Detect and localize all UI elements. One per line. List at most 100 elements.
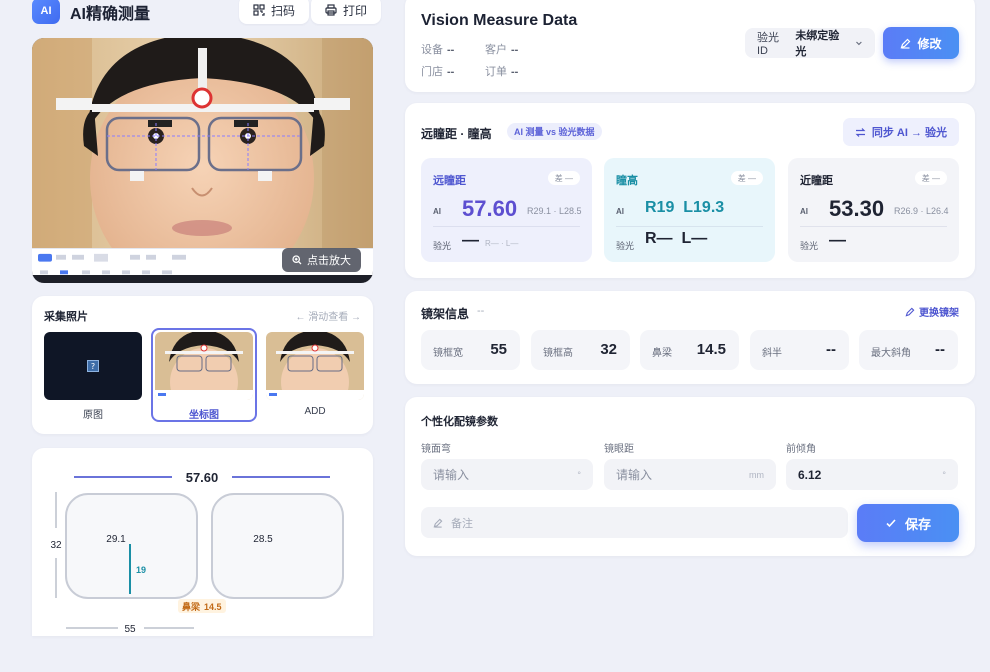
near-pd-diff: 差 — bbox=[914, 171, 947, 185]
optometry-id-select[interactable]: 验光ID 未绑定验光 bbox=[745, 28, 875, 58]
far-pd-ai-sub: R29.1 · L28.5 bbox=[527, 206, 582, 216]
frame-height-chip: 镜框高 32 bbox=[531, 330, 630, 370]
seg-height-label: 19 bbox=[136, 565, 146, 575]
replace-frame-button[interactable]: 更换镜架 bbox=[905, 304, 959, 319]
chevron-down-icon bbox=[856, 41, 862, 46]
optometry-id-label: 验光ID bbox=[757, 32, 779, 57]
far-pd-name: 远瞳距 bbox=[433, 175, 466, 187]
diagonal-half-chip: 斜半 -- bbox=[750, 330, 849, 370]
measurement-photo[interactable]: 点击放大 bbox=[32, 38, 373, 283]
near-pd-divider bbox=[800, 226, 947, 227]
zoom-button[interactable]: 点击放大 bbox=[282, 248, 361, 272]
frame-diagram: 57.60 32 29.1 28.5 19 鼻梁 14.5 55 bbox=[50, 470, 344, 635]
zoom-label: 点击放大 bbox=[307, 255, 351, 267]
app-title: AI精确测量 bbox=[70, 6, 151, 23]
pd-card: 远瞳距 · 瞳高 AI 测量 vs 验光数据 同步 AI → 验光 远瞳距 差 … bbox=[405, 103, 975, 278]
thumbnail-add-label: ADD bbox=[304, 406, 326, 417]
pupil-height-exp-value: R— L— bbox=[645, 230, 708, 247]
personal-params-card: 个性化配镜参数 镜面弯 请输入 ° 镜眼距 请输入 mm 前倾角 6.12 ° 备注 … bbox=[405, 397, 975, 556]
thumbnail-add[interactable] bbox=[266, 332, 364, 400]
sync-label: 同步 AI → 验光 bbox=[871, 127, 947, 139]
sync-ai-button[interactable]: 同步 AI → 验光 bbox=[842, 118, 959, 146]
edit-label: 修改 bbox=[917, 36, 942, 51]
note-placeholder: 备注 bbox=[451, 517, 473, 530]
thumbnail-original[interactable]: ? bbox=[44, 332, 142, 400]
edit-button[interactable]: 修改 bbox=[883, 27, 959, 59]
far-pd-divider bbox=[433, 226, 580, 227]
bridge-label: 鼻梁 bbox=[182, 601, 201, 612]
pupil-height-diff: 差 — bbox=[730, 171, 763, 185]
far-pd-box: 远瞳距 差 — AI 57.60 R29.1 · L28.5 验光 — R— ·… bbox=[421, 158, 592, 262]
scan-button[interactable]: 扫码 bbox=[239, 0, 310, 24]
frame-title: 镜架信息 bbox=[421, 307, 470, 321]
scan-icon bbox=[253, 4, 265, 16]
pupil-height-divider bbox=[616, 226, 763, 227]
far-pd-exp-label: 验光 bbox=[433, 241, 452, 251]
replace-frame-label: 更换镜架 bbox=[919, 308, 959, 319]
pd-title: 远瞳距 · 瞳高 bbox=[421, 127, 492, 141]
far-pd-exp-value: — bbox=[462, 230, 479, 249]
max-diagonal-chip: 最大斜角 -- bbox=[859, 330, 958, 370]
total-pd-label: 57.60 bbox=[186, 470, 219, 485]
frame-info-card: 镜架信息 -- 更换镜架 镜框宽 55 镜框高 32 鼻梁 14.5 斜半 -- 最大斜… bbox=[405, 291, 975, 384]
near-pd-exp-label: 验光 bbox=[800, 241, 819, 251]
wrap-angle-input[interactable]: 请输入 ° bbox=[421, 459, 593, 490]
photo-bottom-strip bbox=[32, 275, 373, 283]
near-pd-ai-sub: R26.9 · L26.4 bbox=[894, 206, 949, 216]
child-face-photo bbox=[32, 38, 373, 248]
left-pd-label: 29.1 bbox=[106, 534, 126, 545]
params-title: 个性化配镜参数 bbox=[421, 416, 498, 428]
vertex-distance-input[interactable]: 请输入 mm bbox=[604, 459, 776, 490]
pupil-height-ai-value: R19 L19.3 bbox=[645, 199, 725, 216]
svg-text:?: ? bbox=[91, 362, 95, 371]
far-pd-diff: 差 — bbox=[547, 171, 580, 185]
print-button[interactable]: 打印 bbox=[311, 0, 382, 24]
collect-title: 采集照片 bbox=[44, 311, 88, 323]
customer-meta: 客户 -- bbox=[485, 44, 519, 56]
vision-measure-card: Vision Measure Data 设备 -- 客户 -- 门店 -- 订单 -- … bbox=[405, 0, 975, 92]
thumbnail-original-label: 原图 bbox=[83, 410, 103, 421]
pupil-height-box: 瞳高 差 — AI R19 L19.3 验光 R— L— bbox=[604, 158, 775, 262]
left-lens bbox=[65, 493, 198, 599]
near-pd-exp-value: — bbox=[829, 230, 846, 249]
optometry-id-value: 未绑定验光 bbox=[795, 30, 840, 58]
frame-width-label: 55 bbox=[124, 624, 136, 635]
printer-icon bbox=[325, 4, 337, 16]
swipe-hint: ← 滑动查看 → bbox=[295, 312, 361, 323]
right-lens bbox=[211, 493, 344, 599]
save-button[interactable]: 保存 bbox=[857, 504, 959, 542]
far-pd-exp-sub: R— · L— bbox=[485, 239, 519, 248]
near-pd-ai-label: AI bbox=[800, 207, 808, 216]
app-logo: AI bbox=[32, 0, 60, 24]
pupil-height-ai-label: AI bbox=[616, 207, 624, 216]
thumbnail-coordinate-image bbox=[155, 332, 253, 400]
frame-height-label: 32 bbox=[50, 540, 62, 551]
thumbnail-coordinate-label: 坐标图 bbox=[189, 410, 219, 421]
frame-subtitle: -- bbox=[477, 305, 485, 317]
far-pd-ai-value: 57.60 bbox=[462, 196, 518, 221]
pantoscopic-tilt-input[interactable]: 6.12 ° bbox=[786, 459, 958, 490]
near-pd-ai-value: 53.30 bbox=[829, 196, 885, 221]
pupil-height-name: 瞳高 bbox=[616, 175, 638, 187]
bridge-chip: 鼻梁 14.5 bbox=[640, 330, 739, 370]
print-label: 打印 bbox=[343, 3, 368, 18]
sync-icon bbox=[855, 127, 866, 137]
scan-label: 扫码 bbox=[271, 3, 296, 18]
pd-compare-tag: AI 测量 vs 验光数据 bbox=[507, 123, 602, 140]
thumbnail-coordinate[interactable] bbox=[155, 332, 253, 400]
frame-diagram-card: 57.60 32 29.1 28.5 19 鼻梁 14.5 55 bbox=[32, 448, 373, 636]
pencil-icon bbox=[433, 518, 443, 528]
pencil-icon bbox=[905, 307, 915, 316]
vertex-distance-label: 镜眼距 bbox=[604, 444, 634, 455]
collect-photos-card: 采集照片 ← 滑动查看 → ? 原图 坐标图 ADD bbox=[32, 296, 373, 434]
device-meta: 设备 -- bbox=[421, 44, 455, 56]
save-label: 保存 bbox=[904, 516, 931, 532]
note-input[interactable]: 备注 bbox=[421, 507, 848, 538]
frame-width-chip: 镜框宽 55 bbox=[421, 330, 520, 370]
far-pd-ai-label: AI bbox=[433, 207, 441, 216]
check-icon bbox=[886, 519, 896, 528]
near-pd-name: 近瞳距 bbox=[800, 175, 833, 187]
pencil-icon bbox=[901, 38, 911, 49]
wrap-angle-label: 镜面弯 bbox=[421, 444, 451, 455]
order-meta: 订单 -- bbox=[485, 66, 519, 78]
